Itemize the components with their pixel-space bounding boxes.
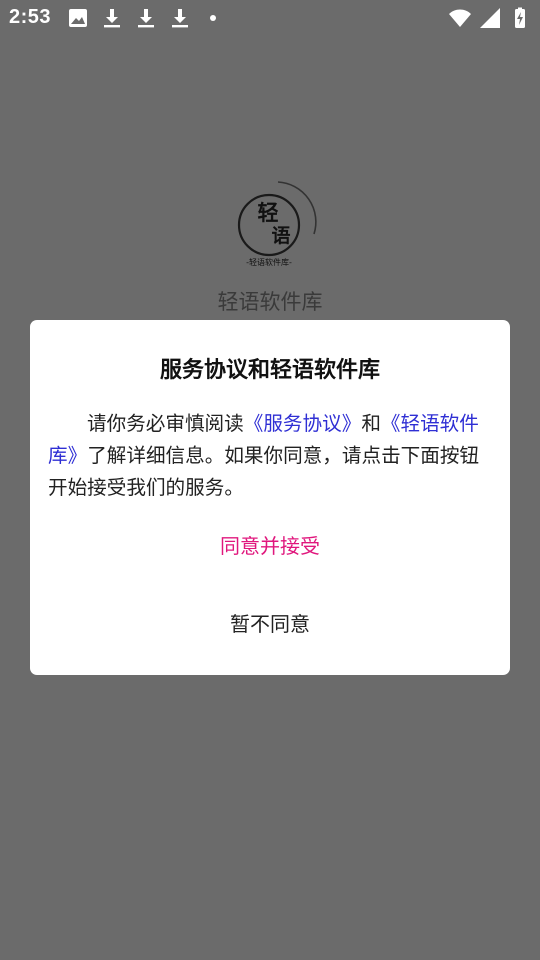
body-prefix: 请你务必审慎阅读 — [87, 412, 244, 435]
decline-button[interactable]: 暂不同意 — [30, 608, 510, 637]
download-icon — [172, 9, 188, 28]
download-icon — [104, 9, 120, 28]
dialog-body: 请你务必审慎阅读《服务协议》和《轻语软件库》了解详细信息。如果你同意，请点击下面… — [48, 408, 492, 504]
notification-icons — [66, 6, 216, 30]
dialog-title: 服务协议和轻语软件库 — [159, 358, 380, 383]
svg-text:轻: 轻 — [258, 200, 279, 225]
body-suffix: 了解详细信息。如果你同意，请点击下面按钮开始接受我们的服务。 — [48, 444, 480, 499]
download-icon — [138, 9, 154, 28]
battery-charging-icon — [515, 7, 525, 28]
wifi-icon — [449, 9, 471, 27]
agree-button[interactable]: 同意并接受 — [30, 530, 510, 559]
agreement-dialog: 服务协议和轻语软件库 请你务必审慎阅读《服务协议》和《轻语软件库》了解详细信息。… — [30, 320, 510, 675]
app-name: 轻语软件库 — [217, 290, 323, 314]
cell-signal-icon — [480, 8, 500, 28]
app-logo: 轻 语 -轻语软件库- — [228, 178, 322, 272]
image-icon — [69, 9, 87, 27]
system-icons — [448, 6, 532, 30]
logo-icon: 轻 语 -轻语软件库- — [237, 181, 317, 267]
status-time: 2:53 — [9, 6, 52, 28]
svg-text:-轻语软件库-: -轻语软件库- — [246, 257, 292, 267]
svg-text:语: 语 — [271, 225, 290, 247]
notification-dot-icon — [210, 15, 216, 21]
status-bar: 2:53 — [0, 0, 540, 36]
body-and: 和 — [361, 412, 381, 435]
service-agreement-link[interactable]: 《服务协议》 — [244, 412, 362, 435]
